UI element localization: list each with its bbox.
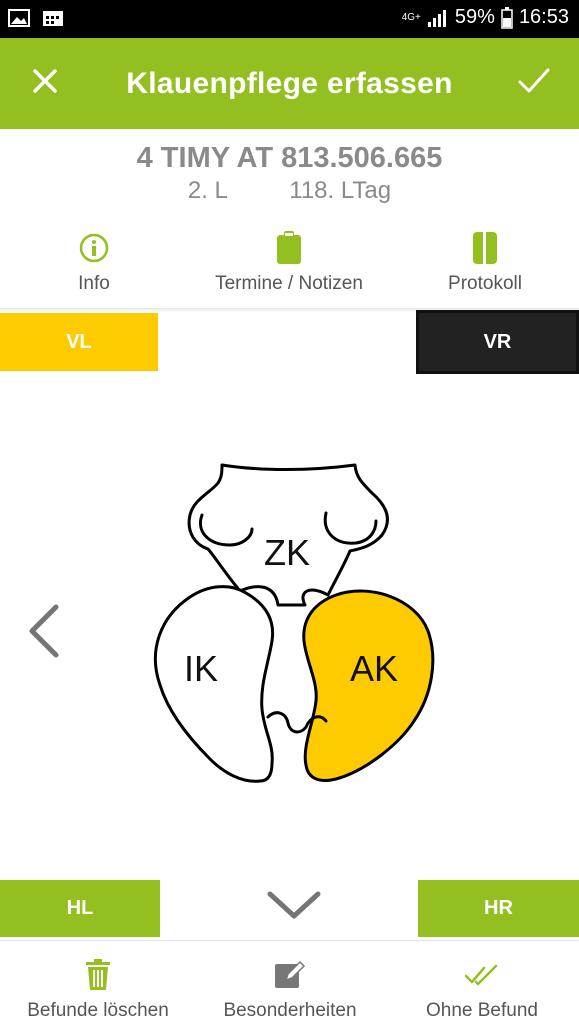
tab-row: Info Termine / Notizen Protokoll xyxy=(0,228,579,308)
hoof-label-ak: AK xyxy=(350,648,398,689)
clipboard-icon xyxy=(277,231,301,264)
tab-protokoll[interactable]: Protokoll xyxy=(430,228,540,295)
animal-sub: 2. L 118. LTag xyxy=(0,177,579,205)
battery-icon xyxy=(501,6,513,29)
hoof-diagram: ZK IK AK xyxy=(153,463,435,783)
chevron-left-icon[interactable] xyxy=(26,603,62,659)
special-notes-button[interactable]: Besonderheiten xyxy=(205,955,375,1022)
book-icon xyxy=(473,232,497,264)
app-bar: Klauenpflege erfassen xyxy=(0,38,579,129)
delete-findings-button[interactable]: Befunde löschen xyxy=(14,955,182,1022)
leg-button-vr[interactable]: VR xyxy=(416,310,579,374)
info-icon xyxy=(79,233,109,263)
double-check-icon xyxy=(465,964,498,986)
hoof-label-ik: IK xyxy=(184,648,218,689)
status-right: 4G+ 59% 16:53 xyxy=(402,6,569,29)
chevron-down-icon[interactable] xyxy=(266,888,322,922)
tab-termine-label: Termine / Notizen xyxy=(215,273,363,294)
status-left xyxy=(8,9,64,27)
check-icon[interactable] xyxy=(517,66,551,96)
special-notes-label: Besonderheiten xyxy=(223,1000,357,1021)
clock: 16:53 xyxy=(518,6,569,28)
leg-button-hr[interactable]: HR xyxy=(418,880,579,937)
image-icon xyxy=(8,9,30,27)
lactation-day: 118. LTag xyxy=(289,177,392,204)
network-type: 4G+ xyxy=(401,11,421,23)
bottom-action-bar: Befunde löschen Besonderheiten Ohne Befu… xyxy=(0,940,579,1031)
trash-icon xyxy=(86,959,110,990)
signal-icon xyxy=(427,9,446,27)
tab-info[interactable]: Info xyxy=(44,228,144,295)
leg-button-vl[interactable]: VL xyxy=(0,313,158,371)
page-title: Klauenpflege erfassen xyxy=(126,67,453,100)
hoof-label-zk: ZK xyxy=(264,532,310,573)
no-findings-button[interactable]: Ohne Befund xyxy=(412,955,552,1022)
battery-percent: 59% xyxy=(454,6,495,28)
status-bar: 4G+ 59% 16:53 xyxy=(0,0,579,38)
tab-info-label: Info xyxy=(78,273,110,294)
edit-icon xyxy=(275,960,306,988)
tab-protokoll-label: Protokoll xyxy=(448,273,522,294)
animal-name: 4 TIMY AT 813.506.665 xyxy=(136,142,443,174)
leg-button-hl[interactable]: HL xyxy=(0,880,160,937)
no-findings-label: Ohne Befund xyxy=(426,1000,538,1021)
tab-termine[interactable]: Termine / Notizen xyxy=(189,228,389,295)
delete-findings-label: Befunde löschen xyxy=(27,1000,169,1021)
lactation-number: 2. L xyxy=(187,177,228,204)
calendar-icon xyxy=(43,11,63,26)
animal-header: 4 TIMY AT 813.506.665 2. L 118. LTag xyxy=(0,142,579,205)
